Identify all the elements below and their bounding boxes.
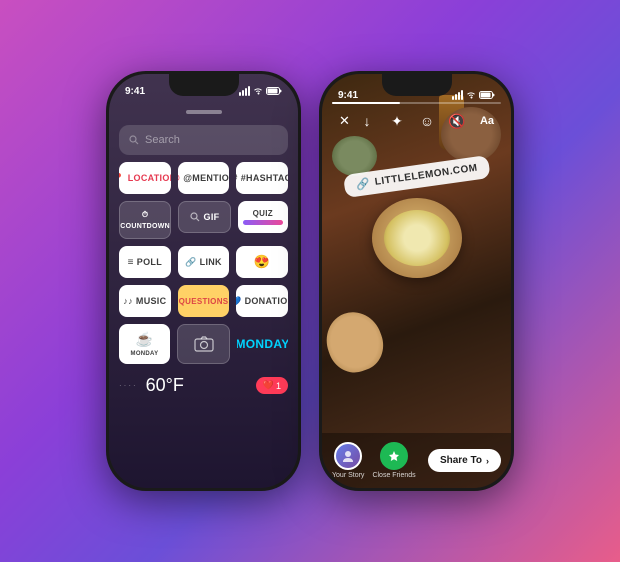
story-action-icons: ↓ ✦ ☺ 🔇 Aa: [355, 109, 499, 133]
sticker-countdown[interactable]: ⏱ COUNTDOWN: [119, 201, 171, 239]
quiz-bar: [243, 220, 283, 225]
status-time-left: 9:41: [125, 86, 145, 97]
sticker-day-label[interactable]: MONDAY: [237, 324, 288, 364]
flatbread: [322, 304, 391, 379]
sticker-row-3: ≡ POLL 🔗 LINK 😍: [119, 246, 288, 278]
donation-icon: 💙: [236, 296, 241, 307]
share-to-button[interactable]: Share To ›: [428, 449, 501, 472]
heart-count: 1: [276, 381, 281, 391]
temperature-display: 60°F: [146, 375, 184, 396]
search-placeholder: Search: [145, 134, 180, 146]
plate-fill: [384, 210, 450, 266]
bottom-overlay-bar: ···· 60°F ❤️ 1: [119, 375, 288, 396]
scroll-indicator: ····: [119, 381, 138, 390]
sticker-camera[interactable]: [177, 324, 230, 364]
close-icon: ✕: [339, 113, 350, 129]
story-bottom-bar: Your Story Close Friends Share To ›: [322, 433, 511, 488]
close-friends-label: Close Friends: [372, 472, 415, 479]
countdown-icon: ⏱: [142, 210, 149, 220]
star-icon: [388, 450, 400, 462]
sticker-monday-icon[interactable]: ☕ MONDAY: [119, 324, 170, 364]
link-chain-icon: 🔗: [185, 257, 197, 268]
close-friends-avatar: [380, 442, 408, 470]
sparkle-button[interactable]: ✦: [385, 109, 409, 133]
heart-notification[interactable]: ❤️ 1: [256, 377, 288, 394]
gif-search-icon: [190, 212, 200, 222]
battery-icon: [266, 87, 282, 95]
link-sticker-icon: 🔗: [355, 177, 370, 192]
sticker-mention[interactable]: @ @MENTION: [178, 162, 230, 194]
sticker-row-2: ⏱ COUNTDOWN GIF QUIZ: [119, 201, 288, 239]
sticker-gif[interactable]: GIF: [178, 201, 230, 233]
notch: [169, 74, 239, 96]
search-bar[interactable]: Search: [119, 125, 288, 155]
location-icon: 📍: [119, 173, 125, 184]
user-icon: [341, 449, 355, 463]
sticker-row-1: 📍 LOCATION @ @MENTION # #HASHTAG: [119, 162, 288, 194]
quiz-content: QUIZ: [243, 209, 283, 225]
hashtag-symbol: #: [236, 173, 237, 183]
download-button[interactable]: ↓: [355, 109, 379, 133]
sound-icon: 🔇: [448, 113, 465, 130]
sticker-link[interactable]: 🔗 LINK: [178, 246, 230, 278]
sticker-location[interactable]: 📍 LOCATION: [119, 162, 171, 194]
drag-handle[interactable]: [186, 110, 222, 114]
mention-icon: @: [178, 173, 181, 183]
text-button[interactable]: Aa: [475, 109, 499, 133]
wifi-icon: [253, 87, 263, 95]
plate-garnish: [332, 136, 377, 176]
sticker-quiz[interactable]: QUIZ: [238, 201, 288, 233]
face-button[interactable]: ☺: [415, 109, 439, 133]
left-phone: 9:41 Search 📍: [106, 71, 301, 491]
share-label: Share To: [440, 455, 482, 466]
right-phone: 9:41 ✕ ↓ ✦: [319, 71, 514, 491]
status-icons-left: [239, 86, 282, 96]
sticker-panel: Search 📍 LOCATION @ @MENTION # #HASHTAG: [109, 102, 298, 488]
text-tool-icon: Aa: [480, 115, 494, 127]
sparkle-icon: ✦: [391, 113, 403, 130]
sticker-music[interactable]: ♪♪ MUSIC: [119, 285, 171, 317]
sticker-row-5: ☕ MONDAY MONDAY: [119, 324, 288, 364]
signal-icon: [239, 86, 250, 96]
face-icon: ☺: [420, 113, 434, 129]
camera-icon: [194, 336, 214, 352]
close-button[interactable]: ✕: [334, 109, 355, 133]
heart-icon: ❤️: [263, 380, 274, 391]
temp-value: 60°F: [146, 375, 184, 396]
story-share-options: Your Story Close Friends: [332, 442, 416, 479]
sticker-questions[interactable]: QUESTIONS: [178, 285, 230, 317]
search-icon: [129, 135, 139, 145]
chevron-right-icon: ›: [486, 456, 489, 466]
sticker-poll[interactable]: ≡ POLL: [119, 246, 171, 278]
your-story-label: Your Story: [332, 472, 364, 479]
your-story-avatar: [334, 442, 362, 470]
coffee-icon: ☕: [136, 331, 154, 348]
notch-right: [382, 74, 452, 96]
your-story-option[interactable]: Your Story: [332, 442, 364, 479]
music-icon: ♪♪: [123, 296, 133, 306]
poll-icon: ≡: [128, 257, 134, 268]
sticker-emoji-slider[interactable]: 😍: [236, 246, 288, 278]
download-icon: ↓: [364, 113, 371, 129]
sticker-hashtag[interactable]: # #HASHTAG: [236, 162, 288, 194]
sound-button[interactable]: 🔇: [445, 109, 469, 133]
sticker-donation[interactable]: 💙 DONATION: [236, 285, 288, 317]
close-friends-option[interactable]: Close Friends: [372, 442, 415, 479]
plate-main: [372, 198, 462, 278]
sticker-row-4: ♪♪ MUSIC QUESTIONS 💙 DONATION: [119, 285, 288, 317]
food-image: [322, 74, 511, 488]
